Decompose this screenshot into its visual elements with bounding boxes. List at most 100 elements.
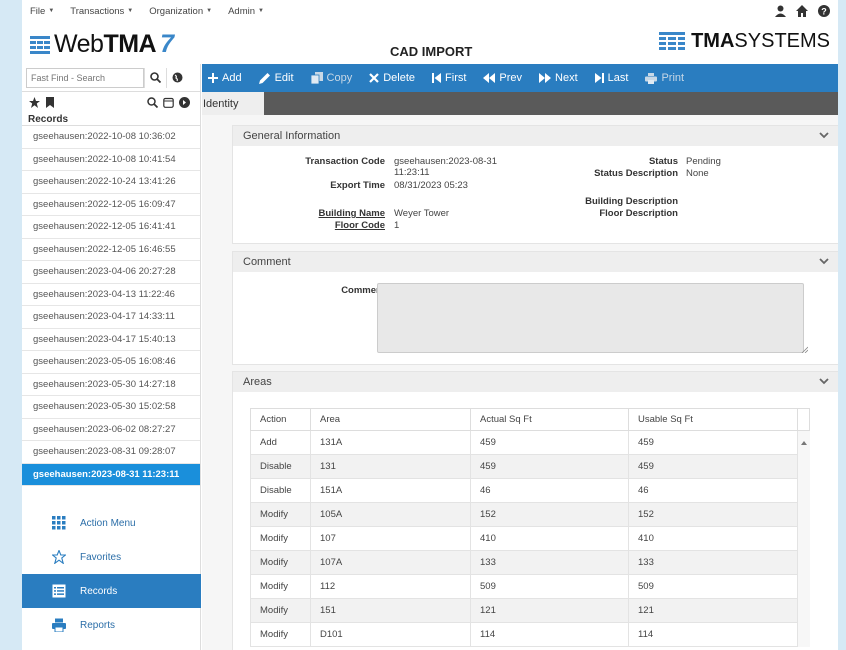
areas-header[interactable]: Areas	[233, 372, 838, 392]
next-circle-icon[interactable]	[178, 96, 190, 108]
brand-grid-icon	[659, 31, 686, 50]
nav-records[interactable]: Records	[22, 574, 201, 608]
record-item[interactable]: gseehausen:2022-12-05 16:46:55	[22, 239, 200, 261]
fast-find-input[interactable]	[26, 67, 144, 88]
scrollbar-track[interactable]	[797, 574, 810, 599]
record-item[interactable]: gseehausen:2023-05-30 14:27:18	[22, 374, 200, 396]
edit-button[interactable]: Edit	[258, 72, 294, 84]
sidebar-tools	[22, 92, 200, 112]
last-label: Last	[607, 72, 629, 84]
table-row[interactable]: Modify 151 121 121	[250, 598, 810, 623]
globe-icon[interactable]	[166, 67, 188, 88]
table-row[interactable]: Disable 131 459 459	[250, 454, 810, 479]
scrollbar-track[interactable]	[797, 622, 810, 647]
table-row[interactable]: Modify 105A 152 152	[250, 502, 810, 527]
table-cell: 131	[310, 454, 471, 479]
column-header-actual-sqft[interactable]: Actual Sq Ft	[470, 408, 629, 431]
comment-header[interactable]: Comment	[233, 252, 838, 272]
menu-organization-label: Organization	[149, 5, 204, 17]
search-icon[interactable]	[144, 67, 166, 88]
table-cell: 459	[470, 454, 629, 479]
nav-favorites-label: Favorites	[80, 551, 122, 563]
menu-transactions[interactable]: Transactions ▼	[70, 6, 133, 17]
table-row[interactable]: Modify D101 114 114	[250, 622, 810, 647]
help-icon[interactable]: ?	[818, 5, 830, 17]
sidebar-nav: Action Menu Favorites Records Reports	[22, 506, 201, 642]
tab-identity[interactable]: Identity	[202, 92, 264, 115]
next-button[interactable]: Next	[539, 72, 578, 84]
scroll-up-arrow[interactable]	[797, 430, 810, 455]
general-info-header[interactable]: General Information	[233, 126, 838, 146]
menu-file[interactable]: File ▼	[30, 6, 54, 17]
prev-icon	[483, 73, 496, 83]
record-item[interactable]: gseehausen:2022-12-05 16:09:47	[22, 194, 200, 216]
table-row[interactable]: Modify 112 509 509	[250, 574, 810, 599]
brand-text: TMASYSTEMS	[691, 30, 830, 53]
table-cell: 121	[628, 598, 798, 623]
add-button[interactable]: Add	[208, 72, 242, 84]
record-item[interactable]: gseehausen:2023-05-30 15:02:58	[22, 396, 200, 419]
table-cell: 46	[470, 478, 629, 503]
user-icon[interactable]	[774, 5, 786, 17]
delete-button[interactable]: Delete	[369, 72, 415, 84]
table-row[interactable]: Modify 107A 133 133	[250, 550, 810, 575]
nav-reports[interactable]: Reports	[22, 608, 201, 642]
calendar-icon[interactable]	[162, 96, 174, 108]
chevron-down-icon[interactable]	[819, 256, 829, 268]
record-item[interactable]: gseehausen:2022-12-05 16:41:41	[22, 216, 200, 239]
comment-textarea[interactable]	[377, 283, 804, 353]
scrollbar-track[interactable]	[797, 550, 810, 575]
record-item[interactable]: gseehausen:2022-10-08 10:41:54	[22, 149, 200, 171]
last-button[interactable]: Last	[594, 72, 629, 84]
column-header-usable-sqft[interactable]: Usable Sq Ft	[628, 408, 798, 431]
nav-action-menu[interactable]: Action Menu	[22, 506, 201, 540]
sidebar: Records gseehausen:2022-10-08 10:36:02 g…	[22, 64, 201, 650]
table-cell: Disable	[250, 454, 311, 479]
record-item-selected[interactable]: gseehausen:2023-08-31 11:23:11	[22, 463, 200, 486]
floor-code-label[interactable]: Floor Code	[335, 220, 385, 231]
record-item[interactable]: gseehausen:2023-04-13 11:22:46	[22, 284, 200, 306]
nav-favorites[interactable]: Favorites	[22, 540, 201, 574]
menu-right-icons: ?	[774, 5, 830, 17]
scrollbar-track[interactable]	[797, 478, 810, 503]
resize-grip-icon[interactable]	[801, 345, 809, 356]
search-icon[interactable]	[146, 96, 158, 108]
scrollbar-track[interactable]	[797, 526, 810, 551]
chevron-down-icon[interactable]	[819, 130, 829, 142]
webtma-logo: WebTMA 7	[30, 30, 174, 59]
copy-button[interactable]: Copy	[310, 72, 352, 84]
column-header-area[interactable]: Area	[310, 408, 471, 431]
star-icon[interactable]	[28, 96, 40, 108]
table-row[interactable]: Modify 107 410 410	[250, 526, 810, 551]
record-item[interactable]: gseehausen:2023-06-02 08:27:27	[22, 419, 200, 441]
record-item[interactable]: gseehausen:2023-04-17 15:40:13	[22, 329, 200, 351]
home-icon[interactable]	[796, 5, 808, 17]
record-item[interactable]: gseehausen:2023-05-05 16:08:46	[22, 351, 200, 374]
prev-button[interactable]: Prev	[483, 72, 522, 84]
column-header-action[interactable]: Action	[250, 408, 311, 431]
scrollbar-track[interactable]	[797, 502, 810, 527]
print-button[interactable]: Print	[645, 72, 684, 84]
table-row[interactable]: Disable 151A 46 46	[250, 478, 810, 503]
building-name-label[interactable]: Building Name	[318, 208, 385, 219]
scrollbar-track[interactable]	[797, 598, 810, 623]
print-label: Print	[661, 72, 685, 84]
table-row[interactable]: Add 131A 459 459	[250, 430, 810, 455]
menu-admin[interactable]: Admin ▼	[228, 6, 264, 17]
menu-admin-label: Admin	[228, 5, 256, 17]
areas-table: Action Area Actual Sq Ft Usable Sq Ft Ad…	[250, 408, 810, 647]
chevron-down-icon[interactable]	[819, 376, 829, 388]
table-cell: 151	[310, 598, 471, 623]
record-item[interactable]: gseehausen:2022-10-08 10:36:02	[22, 126, 200, 149]
record-item[interactable]: gseehausen:2023-04-17 14:33:11	[22, 306, 200, 329]
scrollbar-track[interactable]	[797, 454, 810, 479]
records-list: gseehausen:2022-10-08 10:36:02 gseehause…	[22, 126, 200, 486]
table-cell: 459	[628, 430, 798, 455]
bookmark-icon[interactable]	[44, 96, 56, 108]
record-item[interactable]: gseehausen:2022-10-24 13:41:26	[22, 171, 200, 194]
record-item[interactable]: gseehausen:2023-04-06 20:27:28	[22, 261, 200, 284]
menu-organization[interactable]: Organization ▼	[149, 6, 212, 17]
general-info-title: General Information	[243, 130, 341, 142]
first-button[interactable]: First	[432, 72, 466, 84]
record-item[interactable]: gseehausen:2023-08-31 09:28:07	[22, 441, 200, 464]
